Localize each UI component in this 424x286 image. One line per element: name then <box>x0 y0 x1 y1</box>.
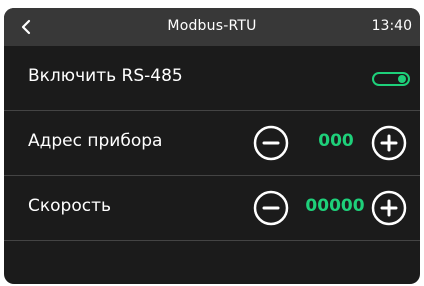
setting-row-speed: Скорость 00000 <box>4 176 420 241</box>
toggle-knob <box>398 75 406 83</box>
minus-circle-icon <box>253 190 289 226</box>
address-value: 000 <box>318 131 354 151</box>
empty-list-area <box>4 241 420 284</box>
clock-time: 13:40 <box>371 18 412 34</box>
rs485-toggle[interactable] <box>372 72 410 86</box>
minus-circle-icon <box>253 125 289 161</box>
header-bar: Modbus-RTU 13:40 <box>4 8 420 46</box>
rs485-label: Включить RS-485 <box>28 66 183 86</box>
speed-increment-button[interactable] <box>371 190 407 226</box>
page-title: Modbus-RTU <box>167 18 257 34</box>
plus-circle-icon <box>371 125 407 161</box>
address-increment-button[interactable] <box>371 125 407 161</box>
setting-row-address: Адрес прибора 000 <box>4 111 420 176</box>
device-screen: Modbus-RTU 13:40 Включить RS-485 Адрес п… <box>4 8 420 284</box>
address-decrement-button[interactable] <box>253 125 289 161</box>
speed-label: Скорость <box>28 196 111 216</box>
speed-decrement-button[interactable] <box>253 190 289 226</box>
setting-row-rs485: Включить RS-485 <box>4 46 420 111</box>
speed-value: 00000 <box>305 196 365 216</box>
plus-circle-icon <box>371 190 407 226</box>
address-label: Адрес прибора <box>28 131 163 151</box>
